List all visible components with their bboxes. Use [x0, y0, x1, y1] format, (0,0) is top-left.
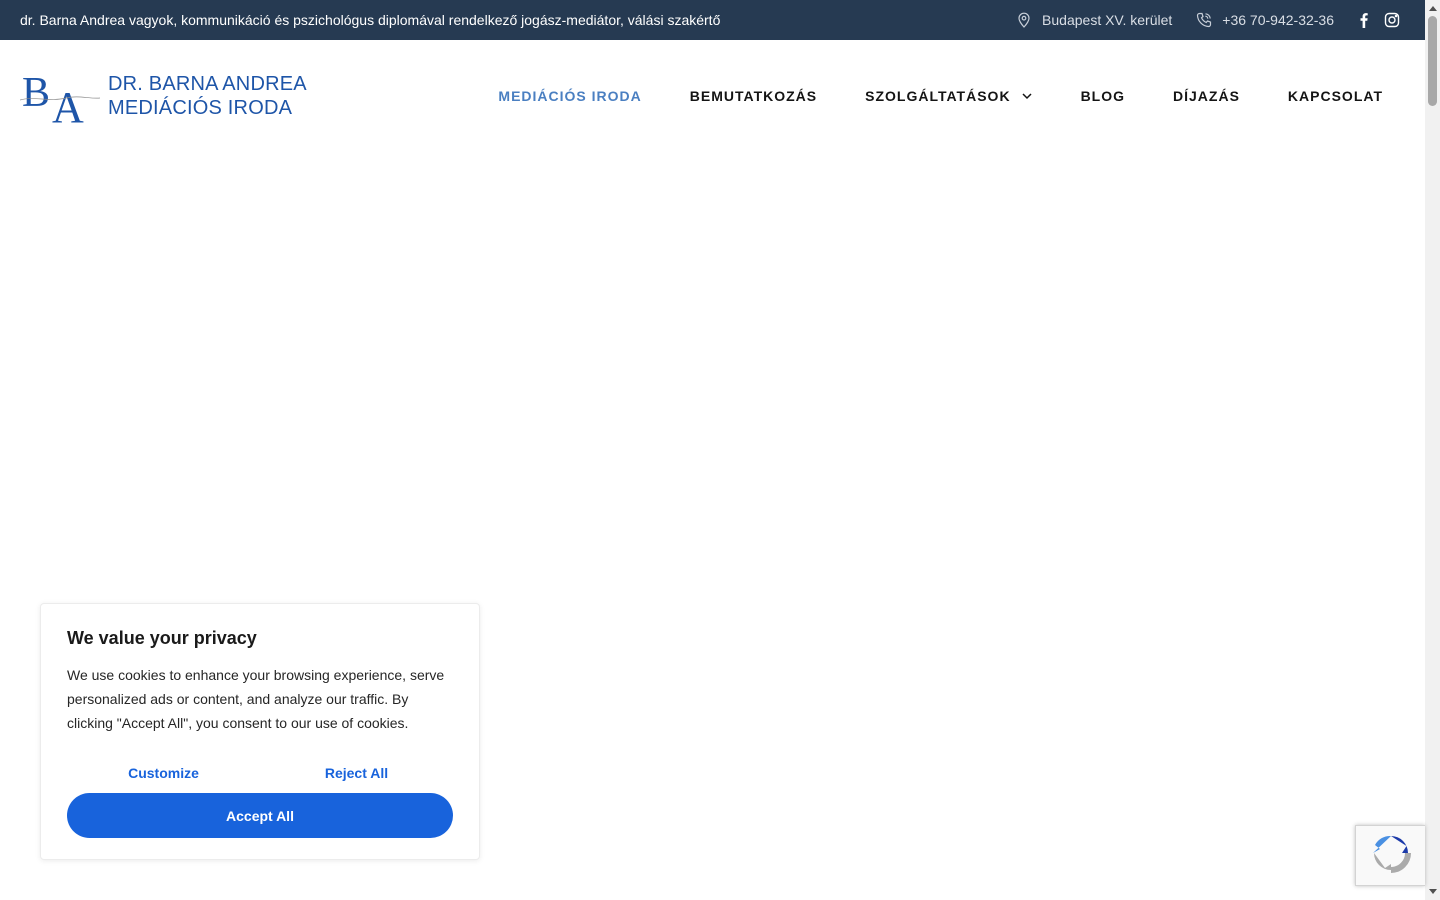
logo-mark-icon: B A [19, 68, 101, 132]
nav-item-bemutatkozas[interactable]: BEMUTATKOZÁS [690, 88, 817, 104]
main-navigation: MEDIÁCIÓS IRODA BEMUTATKOZÁS SZOLGÁLTATÁ… [450, 40, 1383, 152]
location[interactable]: Budapest XV. kerület [1016, 12, 1172, 28]
map-pin-icon [1016, 12, 1032, 28]
nav-label: BEMUTATKOZÁS [689, 88, 818, 104]
nav-item-szolgaltatasok[interactable]: SZOLGÁLTATÁSOK [865, 88, 1032, 104]
recaptcha-icon [1370, 832, 1412, 879]
nav-item-blog[interactable]: BLOG [1081, 88, 1125, 104]
tagline: dr. Barna Andrea vagyok, kommunikáció és… [20, 12, 721, 28]
cookie-title: We value your privacy [67, 628, 257, 648]
nav-label: SZOLGÁLTATÁSOK [865, 88, 1011, 104]
contact-info: Budapest XV. kerület +36 70-942-32-36 [1016, 12, 1405, 28]
facebook-icon[interactable] [1356, 12, 1372, 28]
svg-text:B: B [22, 70, 50, 116]
cookie-text: We use cookies to enhance your browsing … [67, 667, 445, 731]
customize-button[interactable]: Customize [67, 765, 260, 781]
logo-line-1: DR. BARNA ANDREA [108, 73, 307, 95]
reject-all-button[interactable]: Reject All [260, 765, 453, 781]
scroll-down-arrow-icon[interactable] [1428, 887, 1437, 897]
social-links [1356, 12, 1400, 28]
instagram-icon[interactable] [1384, 12, 1400, 28]
nav-label: BLOG [1080, 88, 1126, 104]
nav-item-dijazas[interactable]: DÍJAZÁS [1173, 88, 1240, 104]
nav-item-kapcsolat[interactable]: KAPCSOLAT [1288, 88, 1383, 104]
nav-label: MEDIÁCIÓS IRODA [498, 88, 642, 104]
nav-label: DÍJAZÁS [1173, 88, 1240, 104]
site-header: B A DR. BARNA ANDREA MEDIÁCIÓS IRODA MED… [0, 40, 1425, 152]
svg-text:A: A [52, 83, 84, 124]
top-info-bar: dr. Barna Andrea vagyok, kommunikáció és… [0, 0, 1425, 40]
location-text: Budapest XV. kerület [1042, 12, 1173, 28]
chevron-down-icon [1021, 90, 1033, 102]
logo-text: DR. BARNA ANDREA MEDIÁCIÓS IRODA [108, 72, 307, 120]
nav-label: KAPCSOLAT [1287, 88, 1383, 104]
phone[interactable]: +36 70-942-32-36 [1196, 12, 1334, 28]
phone-text: +36 70-942-32-36 [1222, 12, 1334, 28]
nav-item-mediacios-iroda[interactable]: MEDIÁCIÓS IRODA [498, 88, 641, 104]
logo-line-2: MEDIÁCIÓS IRODA [108, 97, 293, 119]
page-scrollbar[interactable] [1425, 0, 1440, 900]
cookie-secondary-buttons: Customize Reject All [67, 765, 453, 781]
cookie-consent-banner: We value your privacy We use cookies to … [40, 603, 480, 860]
accept-all-button[interactable]: Accept All [67, 793, 453, 838]
scroll-up-arrow-icon[interactable] [1428, 3, 1437, 13]
recaptcha-badge[interactable] [1355, 825, 1425, 886]
scrollbar-thumb[interactable] [1428, 16, 1437, 106]
site-logo[interactable]: B A DR. BARNA ANDREA MEDIÁCIÓS IRODA [19, 68, 307, 132]
phone-icon [1196, 12, 1212, 28]
